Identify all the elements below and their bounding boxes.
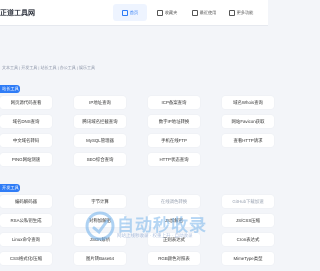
tool-card[interactable]: 中文域名转码 [0,134,52,147]
nav-favorites[interactable]: 收藏夹 [150,4,184,21]
nav-recent[interactable]: 最近使用 [187,4,221,21]
tool-card[interactable]: RSA公私钥生成 [0,214,52,227]
tool-card[interactable]: SEO综合查询 [74,153,126,166]
tool-grid-webmaster: 网页源代码查看 IP地址查询 ICP备案查询 域名Whois查询 域名DNS查询… [0,96,274,172]
tool-card[interactable]: 域名Whois查询 [222,96,274,109]
tool-card[interactable]: 网页源代码查看 [0,96,52,109]
tool-card[interactable]: 字节计算 [74,195,126,208]
tool-card[interactable]: 查看HTTP请求 [222,134,274,147]
tool-card[interactable]: HTTP状态查询 [148,153,200,166]
tool-card[interactable]: 编码解码器 [0,195,52,208]
nav-favorites-label: 收藏夹 [164,9,178,15]
tool-card[interactable]: JSON解析 [74,233,126,246]
nav-home[interactable]: 首页 [113,4,147,21]
tool-card[interactable]: CSS格式化/压缩 [0,252,52,265]
section-title-dev: 开发工具 [0,184,20,192]
tool-card[interactable]: GitHub下载加速 [222,195,274,208]
tool-card[interactable]: 图片转Base64 [74,252,126,265]
tool-card[interactable]: JS加解密 [148,214,200,227]
nav-recent-label: 最近使用 [199,9,217,15]
tool-card[interactable]: 腾讯域名拦截查询 [74,115,126,128]
tool-card[interactable]: MimeType类型 [222,252,274,265]
tool-card[interactable]: 在线调色转换 [148,195,200,208]
top-header: 正道工具网 首页 收藏夹 最近使用 更多功能 [0,0,268,26]
tool-grid-dev: 编码解码器 字节计算 在线调色转换 GitHub下载加速 RSA公私钥生成 对称… [0,195,274,271]
home-icon [121,9,128,16]
tool-card[interactable]: 网站Favicon获取 [222,115,274,128]
nav-more-label: 更多功能 [236,9,254,15]
tool-card[interactable]: 数字IP地址转换 [148,115,200,128]
tool-card[interactable]: RGB颜色对照表 [148,252,200,265]
tool-card[interactable]: ICP备案查询 [148,96,200,109]
category-links[interactable]: 文本工具 | 开发工具 | 站长工具 | 办公工具 | 娱乐工具 [0,65,268,74]
site-title[interactable]: 正道工具网 [0,8,35,18]
grid-icon [228,9,235,16]
nav-more[interactable]: 更多功能 [224,4,258,21]
main-nav: 首页 收藏夹 最近使用 更多功能 [113,4,258,22]
tool-card[interactable]: IP地址查询 [74,96,126,109]
nav-home-label: 首页 [129,9,139,15]
clock-icon [191,9,198,16]
tool-card[interactable]: 正则表达式 [148,233,200,246]
tool-card[interactable]: 手机在线FTP [148,134,200,147]
tool-card[interactable]: 对称加解密 [74,214,126,227]
bookmark-icon [156,9,163,16]
tool-card[interactable]: PING网站测速 [0,153,52,166]
tool-card[interactable]: MySQL管理器 [74,134,126,147]
section-title-webmaster: 站长工具 [0,85,20,93]
tool-card[interactable]: JS/CSS压缩 [222,214,274,227]
tool-card[interactable]: 域名DNS查询 [0,115,52,128]
tool-card[interactable]: Cron表达式 [222,233,274,246]
tool-card[interactable]: Linux命令查询 [0,233,52,246]
